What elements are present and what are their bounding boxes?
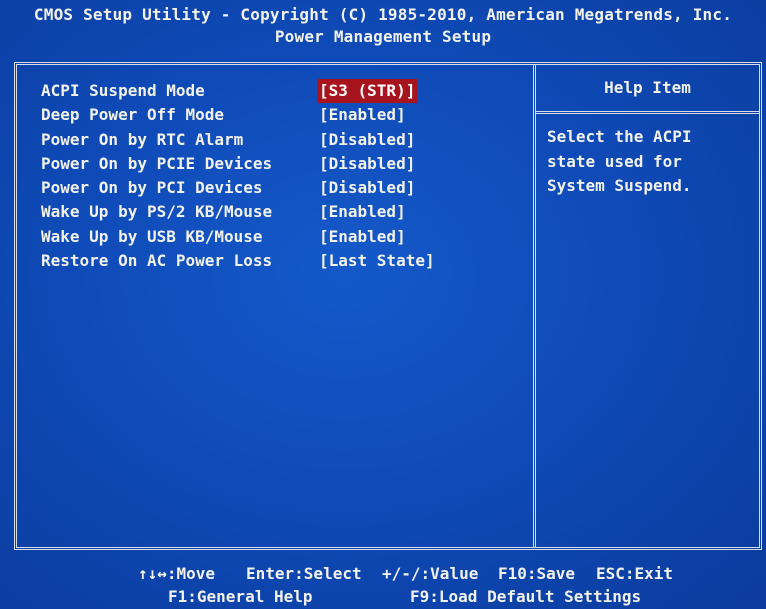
setting-wake-up-usb[interactable]: Wake Up by USB KB/Mouse [Enabled] [41,225,521,249]
help-text: Select the ACPI state used for System Su… [547,125,737,199]
key-load-defaults: F9:Load Default Settings [410,587,642,606]
setting-value[interactable]: [S3 (STR)] [317,79,418,103]
setting-restore-on-ac-power-loss[interactable]: Restore On AC Power Loss [Last State] [41,249,521,273]
setting-label: Power On by PCI Devices [41,178,263,198]
setting-value[interactable]: [Enabled] [317,103,408,127]
key-legend: ↑↓↔:Move Enter:Select +/-/:Value F10:Sav… [0,562,766,608]
settings-frame: ACPI Suspend Mode [S3 (STR)] Deep Power … [14,62,762,550]
panel-divider [533,65,536,547]
help-line: state used for [547,151,682,171]
setting-value[interactable]: [Enabled] [317,225,408,249]
setting-power-on-rtc-alarm[interactable]: Power On by RTC Alarm [Disabled] [41,128,521,152]
help-title: Help Item [604,78,691,97]
setting-label: Deep Power Off Mode [41,105,225,125]
help-header-rule [536,111,759,114]
key-move: ↑↓↔:Move [138,564,216,583]
setting-value[interactable]: [Enabled] [317,200,408,224]
setting-label: ACPI Suspend Mode [41,81,205,100]
setting-wake-up-ps2[interactable]: Wake Up by PS/2 KB/Mouse [Enabled] [41,200,521,224]
key-general-help: F1:General Help [168,587,313,606]
setting-value[interactable]: [Disabled] [317,176,417,200]
setting-power-on-pcie-devices[interactable]: Power On by PCIE Devices [Disabled] [41,152,521,176]
setting-label: Wake Up by PS/2 KB/Mouse [41,202,273,222]
key-enter-select: Enter:Select [246,564,362,583]
setting-label: Restore On AC Power Loss [41,251,273,271]
key-save: F10:Save [498,564,576,583]
header-subtitle: Power Management Setup [274,27,492,46]
key-legend-line-1: ↑↓↔:Move Enter:Select +/-/:Value F10:Sav… [0,562,766,585]
help-line: System Suspend. [547,176,692,195]
bios-header: CMOS Setup Utility - Copyright (C) 1985-… [0,4,766,48]
bios-screen: CMOS Setup Utility - Copyright (C) 1985-… [0,0,766,609]
settings-list: ACPI Suspend Mode [S3 (STR)] Deep Power … [41,79,521,273]
setting-value[interactable]: [Disabled] [317,128,417,152]
setting-label: Power On by RTC Alarm [41,129,244,149]
key-legend-line-2: F1:General Help F9:Load Default Settings [0,585,766,608]
setting-label: Wake Up by USB KB/Mouse [41,226,263,246]
setting-label: Power On by PCIE Devices [41,153,273,173]
setting-value[interactable]: [Last State] [317,249,437,273]
help-line: Select the ACPI [547,127,692,146]
setting-power-on-pci-devices[interactable]: Power On by PCI Devices [Disabled] [41,176,521,200]
header-title: CMOS Setup Utility - Copyright (C) 1985-… [33,5,733,24]
setting-value[interactable]: [Disabled] [317,152,417,176]
key-exit: ESC:Exit [596,564,674,583]
setting-acpi-suspend-mode[interactable]: ACPI Suspend Mode [S3 (STR)] [41,79,521,103]
key-change-value: +/-/:Value [382,564,479,583]
setting-deep-power-off-mode[interactable]: Deep Power Off Mode [Enabled] [41,103,521,127]
